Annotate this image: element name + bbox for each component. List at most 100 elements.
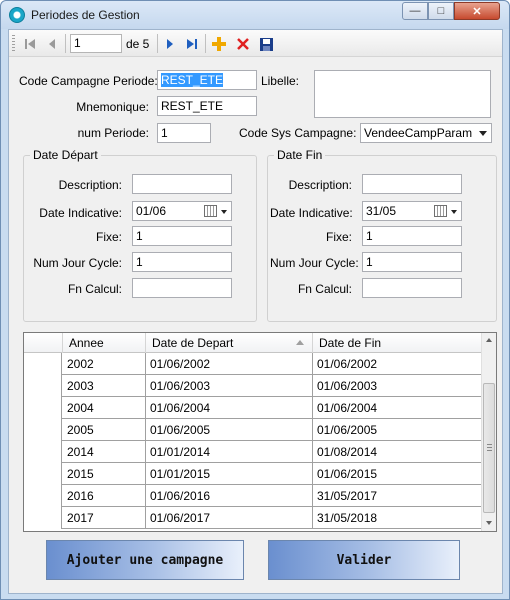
- fin-fixe-field[interactable]: 1: [362, 226, 462, 246]
- num-periode-field[interactable]: 1: [157, 123, 211, 143]
- calendar-icon[interactable]: [434, 205, 447, 217]
- table-row[interactable]: 2004 01/06/2004 01/06/2004: [24, 397, 483, 419]
- table-cell[interactable]: 01/06/2003: [146, 375, 313, 397]
- next-record-icon[interactable]: [161, 35, 179, 53]
- table-cell[interactable]: 2005: [63, 419, 146, 441]
- date-fin-group: Date Fin Description: Date Indicative: 3…: [267, 148, 497, 322]
- validate-button[interactable]: Valider: [268, 540, 460, 580]
- campaign-years-grid[interactable]: Annee Date de Depart Date de Fin 2002 01/…: [23, 332, 497, 532]
- table-cell[interactable]: 01/06/2003: [313, 375, 483, 397]
- table-cell[interactable]: 2017: [63, 507, 146, 529]
- fin-num-jour-cycle-label: Num Jour Cycle:: [270, 256, 359, 270]
- row-header[interactable]: [24, 353, 62, 375]
- fin-date-indicative-picker[interactable]: 31/05: [362, 201, 462, 221]
- add-campaign-button[interactable]: Ajouter une campagne: [46, 540, 244, 580]
- maximize-button[interactable]: □: [428, 2, 454, 20]
- main-window: Periodes de Gestion — □ ✕ 1 de 5 Code Ca…: [0, 0, 510, 600]
- row-header[interactable]: [24, 441, 62, 463]
- row-header[interactable]: [24, 485, 62, 507]
- grid-corner-header[interactable]: [24, 333, 63, 353]
- chevron-down-icon[interactable]: [221, 210, 227, 214]
- table-row[interactable]: 2015 01/01/2015 01/06/2015: [24, 463, 483, 485]
- depart-fn-calcul-label: Fn Calcul:: [67, 282, 122, 296]
- grid-vertical-scrollbar[interactable]: [481, 333, 496, 531]
- save-icon[interactable]: [257, 35, 275, 53]
- depart-date-indicative-value: 01/06: [136, 204, 167, 218]
- fin-fn-calcul-field[interactable]: [362, 278, 462, 298]
- table-cell[interactable]: 2002: [63, 353, 146, 375]
- table-cell[interactable]: 01/01/2014: [146, 441, 313, 463]
- calendar-icon[interactable]: [204, 205, 217, 217]
- depart-date-indicative-picker[interactable]: 01/06: [132, 201, 232, 221]
- window-title: Periodes de Gestion: [31, 8, 140, 22]
- fin-date-indicative-value: 31/05: [366, 204, 397, 218]
- row-header[interactable]: [24, 507, 62, 529]
- chevron-down-icon[interactable]: [451, 210, 457, 214]
- record-position-input[interactable]: 1: [70, 34, 122, 53]
- table-cell[interactable]: 01/06/2017: [146, 507, 313, 529]
- row-header[interactable]: [24, 419, 62, 441]
- date-depart-title: Date Départ: [30, 148, 101, 162]
- table-cell[interactable]: 01/06/2002: [146, 353, 313, 375]
- depart-num-jour-cycle-label: Num Jour Cycle:: [33, 256, 122, 270]
- table-row[interactable]: 2017 01/06/2017 31/05/2018: [24, 507, 483, 529]
- depart-fixe-field[interactable]: 1: [132, 226, 232, 246]
- depart-num-jour-cycle-field[interactable]: 1: [132, 252, 232, 272]
- table-cell[interactable]: 2004: [63, 397, 146, 419]
- table-cell[interactable]: 01/06/2004: [313, 397, 483, 419]
- first-record-icon[interactable]: [21, 35, 39, 53]
- table-cell[interactable]: 31/05/2018: [313, 507, 483, 529]
- scrollbar-thumb[interactable]: [483, 383, 495, 513]
- table-cell[interactable]: 01/06/2016: [146, 485, 313, 507]
- column-header-annee[interactable]: Annee: [63, 333, 146, 353]
- fin-num-jour-cycle-field[interactable]: 1: [362, 252, 462, 272]
- delete-icon[interactable]: [234, 35, 252, 53]
- table-cell[interactable]: 01/06/2005: [146, 419, 313, 441]
- table-cell[interactable]: 31/05/2017: [313, 485, 483, 507]
- table-cell[interactable]: 01/01/2015: [146, 463, 313, 485]
- code-campagne-periode-label: Code Campagne Periode:: [19, 74, 158, 88]
- code-sys-campagne-select[interactable]: VendeeCampParam: [360, 123, 492, 143]
- scroll-down-icon[interactable]: [486, 521, 492, 525]
- table-row[interactable]: 2005 01/06/2005 01/06/2005: [24, 419, 483, 441]
- libelle-field[interactable]: [314, 70, 491, 118]
- row-header[interactable]: [24, 375, 62, 397]
- table-cell[interactable]: 2015: [63, 463, 146, 485]
- table-row[interactable]: 2014 01/01/2014 01/08/2014: [24, 441, 483, 463]
- table-cell[interactable]: 01/06/2004: [146, 397, 313, 419]
- column-header-date-depart-label: Date de Depart: [152, 336, 234, 350]
- scroll-up-icon[interactable]: [486, 338, 492, 342]
- table-cell[interactable]: 2016: [63, 485, 146, 507]
- minimize-button[interactable]: —: [402, 2, 428, 20]
- column-header-date-depart[interactable]: Date de Depart: [146, 333, 313, 353]
- navigation-toolbar: 1 de 5: [9, 30, 502, 57]
- fin-description-field[interactable]: [362, 174, 462, 194]
- code-campagne-periode-field[interactable]: REST_ETE: [157, 70, 257, 90]
- date-depart-group: Date Départ Description: Date Indicative…: [23, 148, 257, 322]
- row-header[interactable]: [24, 463, 62, 485]
- table-cell[interactable]: 2003: [63, 375, 146, 397]
- depart-description-field[interactable]: [132, 174, 232, 194]
- row-header[interactable]: [24, 397, 62, 419]
- table-cell[interactable]: 01/06/2015: [313, 463, 483, 485]
- close-button[interactable]: ✕: [454, 2, 500, 20]
- table-cell[interactable]: 2014: [63, 441, 146, 463]
- depart-fn-calcul-field[interactable]: [132, 278, 232, 298]
- record-count-label: de 5: [126, 37, 150, 51]
- depart-fixe-label: Fixe:: [95, 230, 122, 244]
- table-cell[interactable]: 01/06/2005: [313, 419, 483, 441]
- mnemonique-field[interactable]: REST_ETE: [157, 96, 257, 116]
- last-record-icon[interactable]: [183, 35, 201, 53]
- table-cell[interactable]: 01/06/2002: [313, 353, 483, 375]
- table-row[interactable]: 2003 01/06/2003 01/06/2003: [24, 375, 483, 397]
- title-bar: Periodes de Gestion — □ ✕: [1, 1, 509, 29]
- previous-record-icon[interactable]: [43, 35, 61, 53]
- table-row[interactable]: 2002 01/06/2002 01/06/2002: [24, 353, 483, 375]
- add-icon[interactable]: [210, 35, 228, 53]
- table-row[interactable]: 2016 01/06/2016 31/05/2017: [24, 485, 483, 507]
- num-periode-label: num Periode:: [77, 126, 149, 140]
- column-header-date-fin[interactable]: Date de Fin: [313, 333, 483, 353]
- toolbar-grip[interactable]: [12, 35, 15, 52]
- table-cell[interactable]: 01/08/2014: [313, 441, 483, 463]
- mnemonique-label: Mnemonique:: [76, 100, 149, 114]
